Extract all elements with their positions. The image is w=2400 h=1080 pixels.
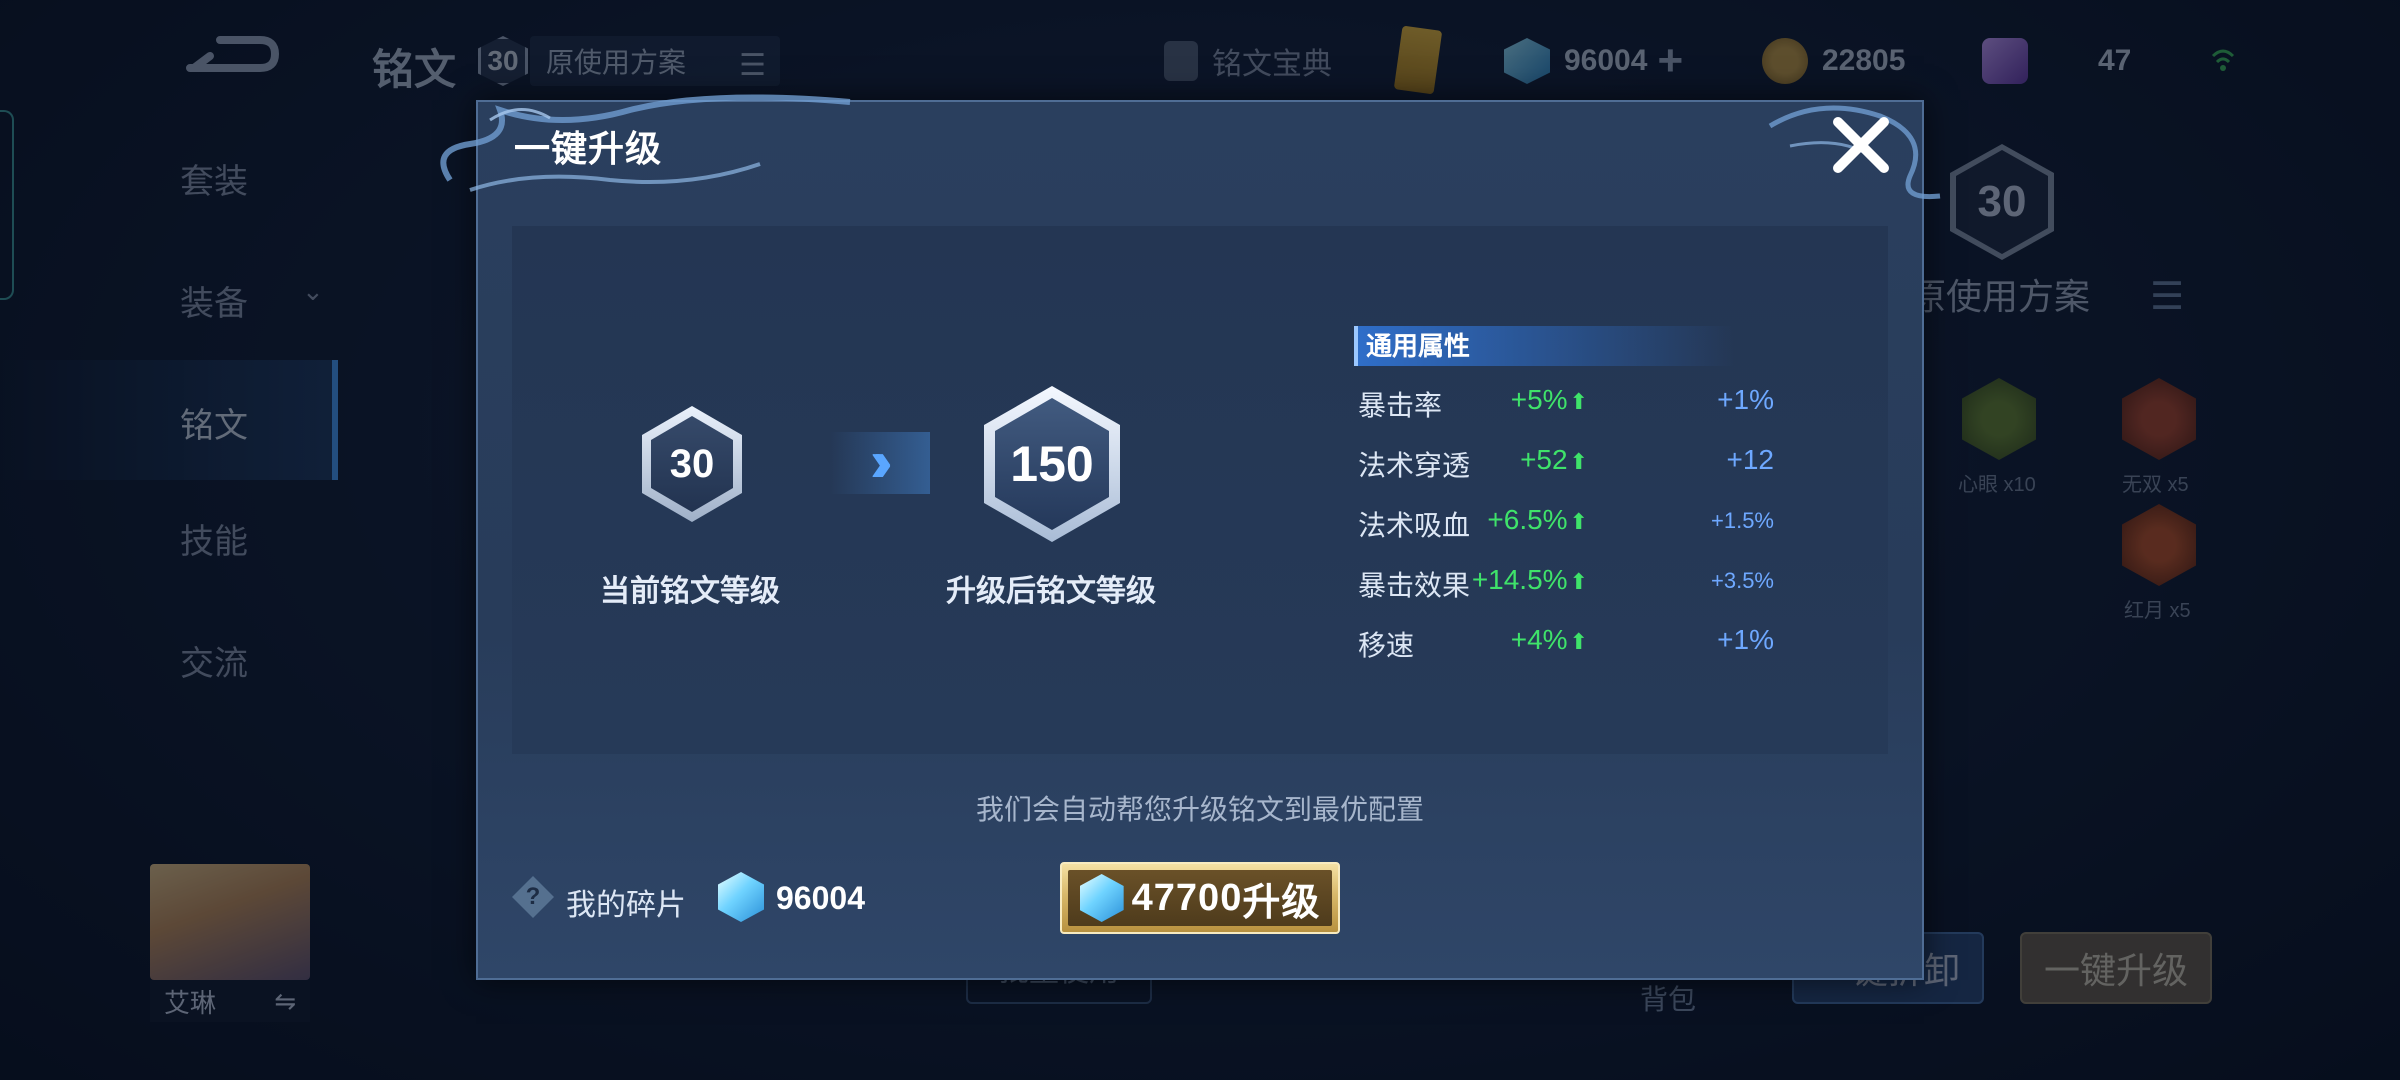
shard-balance-value: 96004 — [1564, 44, 1648, 77]
attr-upgraded-value: +4%⬆ — [1510, 624, 1588, 655]
add-icon[interactable]: + — [1657, 36, 1683, 86]
up-arrow-icon: ⬆ — [1569, 509, 1588, 534]
rune-icon-hongyue[interactable] — [2122, 504, 2196, 586]
hero-name: 艾琳 — [164, 987, 217, 1018]
back-icon[interactable] — [180, 30, 280, 80]
new-level-label: 升级后铭文等级 — [946, 575, 1156, 608]
new-level-value: 150 — [995, 398, 1109, 530]
attr-upgraded-value: +14.5%⬆ — [1471, 564, 1588, 595]
page-title: 铭文 — [372, 46, 457, 93]
sidebar-item-label: 装备 — [180, 285, 248, 323]
attr-current-value: +1% — [1717, 624, 1774, 655]
scheme-selector[interactable]: 原使用方案 ☰ — [530, 36, 780, 86]
rune-icon-wushuang[interactable] — [2122, 378, 2196, 460]
coin-icon — [1762, 38, 1808, 84]
rune-label-xinyan: 心眼 x10 — [1958, 474, 2036, 496]
rune-label-wushuang: 无双 x5 — [2122, 474, 2189, 496]
attr-row-move-speed: 移速 +4%⬆ +1% — [1358, 618, 1778, 662]
upgrade-button-label: 升级 — [1242, 881, 1321, 924]
double-chevron-right-icon: ›› — [870, 429, 892, 494]
gem-balance: 47 — [1982, 34, 2131, 88]
up-arrow-icon: ⬆ — [1569, 629, 1588, 654]
wifi-icon — [2210, 38, 2236, 78]
attr-current-value: +1% — [1717, 384, 1774, 415]
scheme-label: 原使用方案 — [546, 47, 687, 78]
sidebar-item-chat[interactable]: 交流 — [180, 636, 340, 685]
attr-name: 移速 — [1358, 630, 1415, 661]
attr-row-magic-pen: 法术穿透 +52⬆ +12 — [1358, 438, 1778, 482]
up-arrow-icon: ⬆ — [1569, 569, 1588, 594]
right-scheme-label: 原使用方案 — [1910, 276, 2091, 317]
bag-label[interactable]: 背包 — [1640, 978, 1696, 1018]
sidebar-item-runes[interactable]: 铭文 — [180, 398, 340, 447]
attr-upgraded-value: +6.5%⬆ — [1487, 504, 1588, 535]
up-arrow-icon: ⬆ — [1569, 389, 1588, 414]
attr-upgraded-value: +5%⬆ — [1510, 384, 1588, 415]
upgrade-all-button[interactable]: 一键升级 — [2020, 932, 2212, 1004]
left-edge-tab[interactable] — [0, 110, 14, 300]
rune-label-hongyue: 红月 x5 — [2124, 600, 2191, 622]
codex-label: 铭文宝典 — [1212, 48, 1332, 81]
current-level-label: 当前铭文等级 — [600, 575, 780, 608]
rune-level-badge: 30 — [478, 36, 528, 86]
right-level-badge: 30 — [1950, 144, 2054, 260]
upgrade-cost-value: 47700 — [1131, 876, 1243, 919]
attr-upgraded-value: +52⬆ — [1520, 444, 1588, 475]
hero-portrait[interactable] — [150, 864, 310, 980]
attr-current-value: +3.5% — [1711, 568, 1774, 593]
up-arrow-icon: ⬆ — [1569, 449, 1588, 474]
menu-icon[interactable]: ☰ — [2150, 274, 2184, 319]
attr-row-crit-rate: 暴击率 +5%⬆ +1% — [1358, 378, 1778, 422]
sidebar-item-equipment[interactable]: 装备 ⌄ — [180, 276, 340, 325]
swap-icon: ⇋ — [274, 985, 296, 1016]
sidebar-item-skills[interactable]: 技能 — [180, 514, 340, 563]
my-shards-value: 96004 — [776, 880, 865, 916]
gold-value: 22805 — [1822, 44, 1906, 77]
attr-name: 暴击率 — [1358, 390, 1443, 421]
current-level-value: 30 — [651, 416, 733, 512]
rune-icon-xinyan[interactable] — [1962, 378, 2036, 460]
upgrade-confirm-button[interactable]: 47700 升级 — [1060, 862, 1340, 934]
right-level-value: 30 — [1956, 150, 2048, 254]
attr-row-crit-damage: 暴击效果 +14.5%⬆ +3.5% — [1358, 558, 1778, 602]
book-icon — [1164, 41, 1198, 81]
codex-link[interactable]: 铭文宝典 — [1164, 34, 1332, 88]
chevron-down-icon: ⌄ — [302, 276, 324, 306]
dialog-title: 一键升级 — [514, 128, 663, 169]
gem-value: 47 — [2098, 44, 2132, 77]
auto-upgrade-note: 我们会自动帮您升级铭文到最优配置 — [975, 794, 1424, 825]
attr-current-value: +12 — [1726, 444, 1775, 475]
attr-name: 法术吸血 — [1358, 510, 1471, 541]
card-icon[interactable] — [1393, 25, 1443, 95]
attr-name: 暴击效果 — [1358, 570, 1471, 601]
arrow-glow — [830, 432, 930, 494]
close-icon[interactable] — [1826, 110, 1896, 180]
my-shards-label: 我的碎片 — [566, 889, 686, 922]
gold-balance: 22805 — [1762, 34, 1905, 88]
shard-balance: 96004 + — [1504, 34, 1683, 88]
list-icon: ☰ — [739, 49, 766, 82]
attr-row-magic-lifesteal: 法术吸血 +6.5%⬆ +1.5% — [1358, 498, 1778, 542]
sidebar-item-suits[interactable]: 套装 — [180, 154, 340, 203]
attributes-header: 通用属性 — [1354, 326, 1734, 366]
shard-icon — [1504, 38, 1550, 84]
attr-current-value: +1.5% — [1711, 508, 1774, 533]
gem-icon — [1982, 38, 2028, 84]
attr-name: 法术穿透 — [1358, 450, 1471, 481]
hero-switcher[interactable]: 艾琳 ⇋ — [150, 980, 310, 1022]
